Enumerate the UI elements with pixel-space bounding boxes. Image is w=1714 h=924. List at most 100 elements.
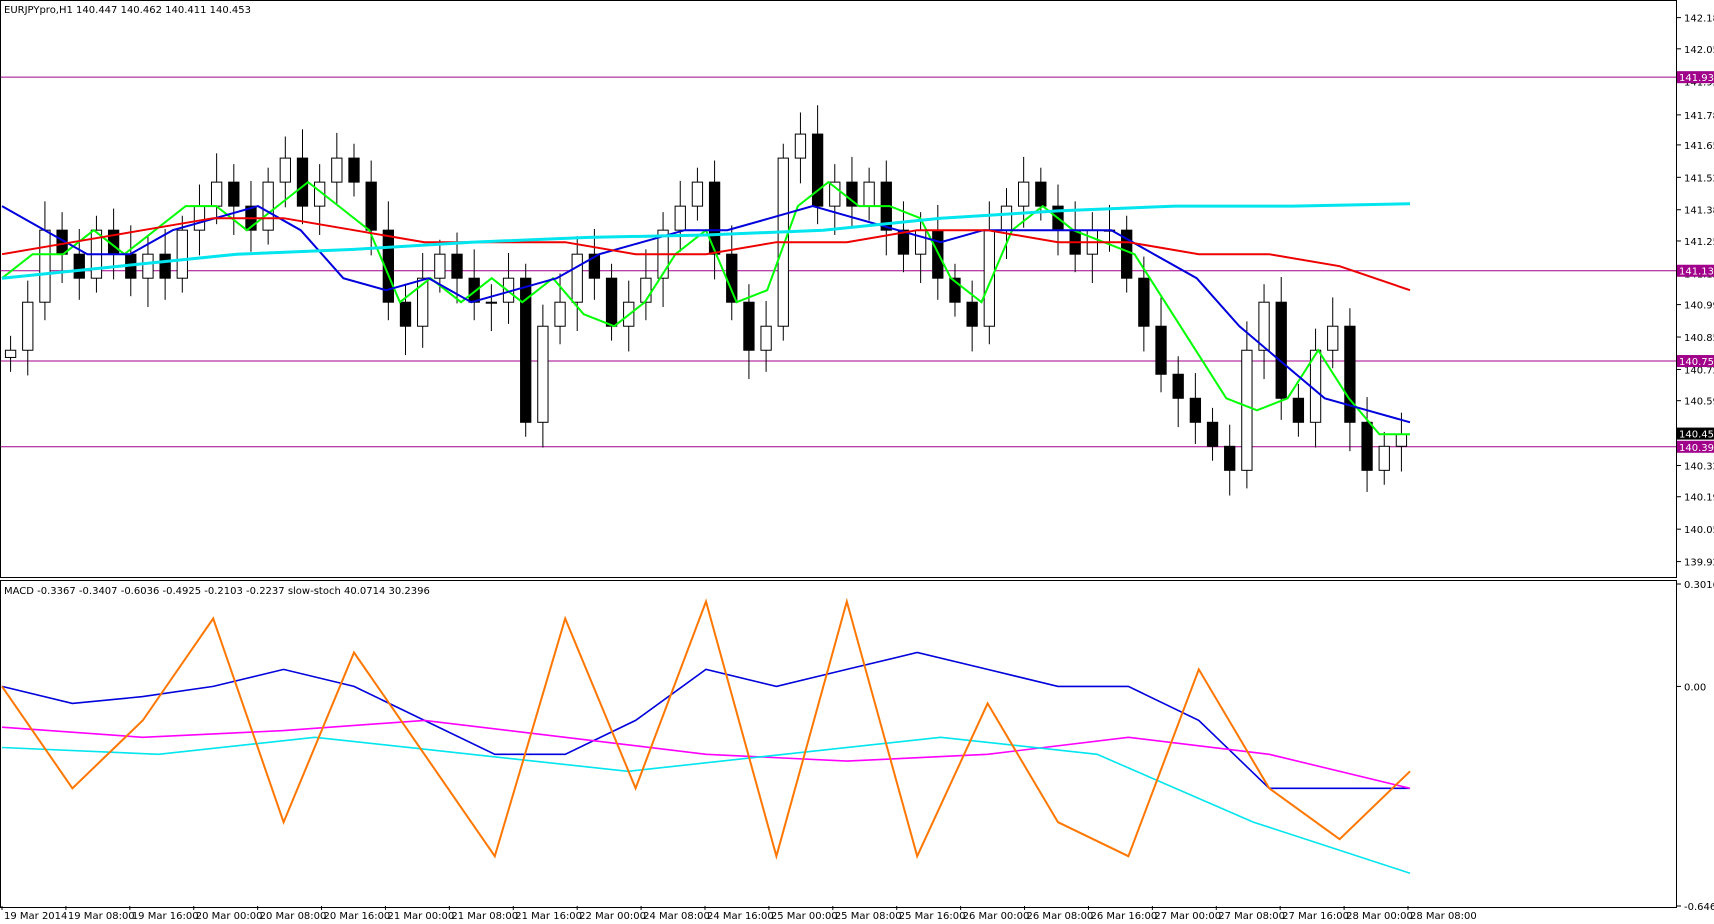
chart-canvas: EURJPYpro,H1 140.447 140.462 140.411 140… [0, 0, 1714, 922]
candle-body [1206, 421, 1219, 447]
price-tick-label: 140.590 [1684, 397, 1714, 408]
price-axis: 142.185142.055141.920141.780141.655141.5… [1676, 14, 1714, 913]
time-tick-label: 20 Mar 00:00 [196, 911, 263, 922]
candle-body [1155, 325, 1167, 375]
candle-body [605, 277, 618, 327]
candle-body [983, 229, 995, 327]
candle-body [1035, 181, 1047, 207]
candle-body [1275, 301, 1287, 399]
candle-body [691, 181, 704, 207]
candle-body [863, 181, 875, 207]
candle-body [811, 133, 824, 207]
price-tag-label: 140.755 [1679, 357, 1714, 368]
candle-body [1361, 421, 1373, 471]
chart-window: EURJPYpro,H1 140.447 140.462 140.411 140… [0, 0, 1714, 924]
candle-body [296, 157, 309, 207]
candle-body [1292, 397, 1305, 423]
main-chart-title: EURJPYpro,H1 140.447 140.462 140.411 140… [4, 5, 251, 16]
candle-body [193, 205, 206, 231]
candle-body [399, 301, 412, 327]
time-tick-label: 27 Mar 00:00 [1154, 911, 1221, 922]
price-tick-label: 141.655 [1684, 141, 1714, 152]
price-tick-label: 141.780 [1684, 111, 1714, 122]
candle-body [39, 229, 51, 303]
candle-body [726, 253, 738, 303]
time-tick-label: 20 Mar 16:00 [324, 911, 391, 922]
price-tick-label: 140.855 [1684, 333, 1714, 344]
candle-body [73, 253, 85, 279]
time-tick-label: 21 Mar 16:00 [515, 911, 582, 922]
price-tick-label: 140.055 [1684, 525, 1714, 536]
candle-body [434, 253, 446, 279]
time-tick-label: 21 Mar 08:00 [451, 911, 518, 922]
candle-body [485, 301, 498, 304]
time-tick-label: 19 Mar 16:00 [132, 911, 199, 922]
time-tick-label: 26 Mar 08:00 [1027, 911, 1094, 922]
candle-body [914, 229, 927, 255]
candle-body [640, 277, 652, 303]
time-tick-label: 26 Mar 00:00 [963, 911, 1030, 922]
candle-body [760, 325, 772, 351]
price-tick-label: 140.320 [1684, 462, 1714, 473]
time-tick-label: 28 Mar 08:00 [1410, 911, 1477, 922]
indicator-tick-label: 0.00 [1684, 682, 1706, 693]
time-tick-label: 27 Mar 16:00 [1282, 911, 1349, 922]
candle-body [674, 205, 686, 231]
candle-body [1000, 205, 1013, 231]
time-axis: 19 Mar 2014 19 Mar 08:0019 Mar 16:0020 Ma… [1, 906, 1477, 922]
time-tick-label: 19 Mar 08:00 [68, 911, 135, 922]
candle-body [1189, 397, 1202, 423]
candle-body [348, 157, 360, 183]
time-tick-label: 28 Mar 00:00 [1346, 911, 1413, 922]
price-tick-label: 141.255 [1684, 237, 1714, 248]
time-tick-label: 20 Mar 08:00 [260, 911, 327, 922]
time-tick-label: 27 Mar 08:00 [1218, 911, 1285, 922]
time-tick-label: 19 Mar 2014 [4, 911, 67, 922]
candle-body [331, 157, 343, 183]
price-tick-label: 141.520 [1684, 173, 1714, 184]
candle-body [365, 181, 377, 231]
candle-body [1327, 325, 1339, 351]
price-tick-label: 141.385 [1684, 206, 1714, 217]
price-tag-label: 140.453 [1679, 430, 1714, 441]
candle-body [176, 229, 188, 279]
candle-body [794, 133, 807, 159]
indicator-tick-label: 0.3016 [1684, 580, 1714, 591]
time-tick-label: 25 Mar 00:00 [771, 911, 838, 922]
candle-body [1241, 349, 1253, 471]
candle-body [1138, 277, 1150, 327]
candle-body [571, 253, 583, 303]
price-tag-label: 141.131 [1679, 267, 1714, 278]
price-tick-label: 140.990 [1684, 301, 1714, 312]
candle-body [966, 301, 978, 327]
time-tick-label: 21 Mar 00:00 [387, 911, 454, 922]
candle-body [210, 181, 223, 207]
price-tag-label: 140.398 [1679, 443, 1714, 454]
candle-body [537, 325, 549, 423]
candle-body [22, 301, 34, 351]
candle-body [1018, 181, 1030, 207]
candle-body [159, 253, 171, 279]
candle-body [829, 181, 841, 207]
indicator-title: MACD -0.3367 -0.3407 -0.6036 -0.4925 -0.… [4, 586, 430, 597]
candle-body [1378, 445, 1390, 471]
candle-body [1172, 373, 1184, 399]
price-tick-label: 140.190 [1684, 493, 1714, 504]
candle-body [1344, 325, 1356, 423]
time-tick-label: 24 Mar 08:00 [643, 911, 710, 922]
candle-body [1224, 445, 1236, 471]
price-tick-label: 139.920 [1684, 558, 1714, 569]
candle-body [142, 253, 154, 279]
candle-body [262, 181, 274, 231]
price-tick-label: 142.185 [1684, 14, 1714, 25]
candle-body [554, 301, 566, 327]
price-tick-label: 142.055 [1684, 45, 1714, 56]
candle-body [279, 157, 291, 183]
time-tick-label: 25 Mar 16:00 [899, 911, 966, 922]
candle-body [451, 253, 463, 279]
candle-body [743, 301, 755, 351]
time-tick-label: 24 Mar 16:00 [707, 911, 774, 922]
candle-body [4, 349, 17, 358]
time-tick-label: 25 Mar 08:00 [835, 911, 902, 922]
candle-body [1395, 433, 1408, 447]
